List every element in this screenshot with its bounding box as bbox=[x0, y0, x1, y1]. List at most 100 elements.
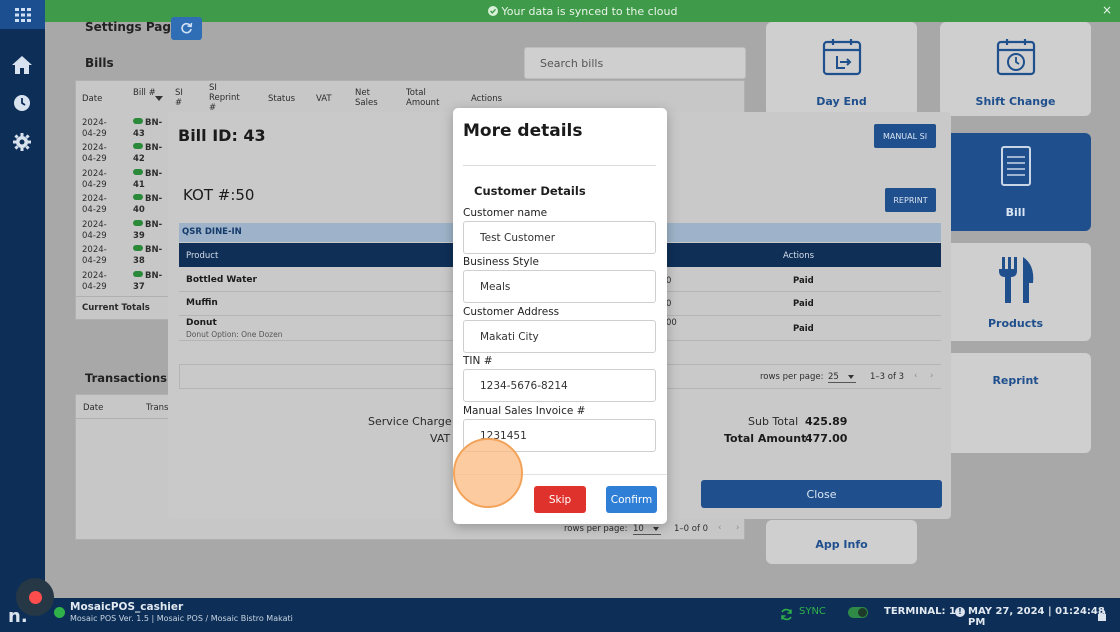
rows-per-page-label: rows per page: bbox=[564, 524, 628, 534]
close-button[interactable]: Close bbox=[701, 480, 942, 508]
bill-id-heading: Bill ID: 43 bbox=[178, 126, 266, 145]
check-circle-icon bbox=[487, 6, 498, 16]
col-header: Actions bbox=[471, 94, 503, 104]
refresh-button[interactable] bbox=[171, 17, 202, 40]
transactions-heading: Transactions bbox=[85, 371, 167, 385]
col-header: Total Amount bbox=[406, 88, 440, 108]
terminal-label: TERMINAL: 1 bbox=[884, 606, 956, 617]
cloud-icon bbox=[133, 169, 143, 175]
cloud-icon bbox=[133, 271, 143, 277]
divider bbox=[463, 165, 656, 166]
manual-si-label: Manual Sales Invoice # bbox=[463, 405, 586, 417]
day-end-label: Day End bbox=[816, 95, 867, 108]
lock-icon[interactable] bbox=[1097, 606, 1107, 621]
bill-tile[interactable]: Bill bbox=[940, 133, 1091, 231]
pagination-range: 1–0 of 0 bbox=[674, 524, 709, 534]
bills-heading: Bills bbox=[85, 56, 114, 70]
bill-number: BN- 37 bbox=[133, 271, 163, 292]
bill-number: BN- 41 bbox=[133, 169, 163, 190]
next-page-icon[interactable]: › bbox=[930, 371, 933, 381]
skip-button[interactable]: Skip bbox=[534, 486, 586, 513]
col-header: Product bbox=[186, 251, 219, 261]
bill-number: BN- 38 bbox=[133, 245, 163, 266]
record-button[interactable] bbox=[16, 578, 54, 616]
click-indicator bbox=[453, 438, 523, 508]
products-tile[interactable]: Products bbox=[940, 243, 1091, 341]
sidebar bbox=[0, 0, 45, 632]
divider bbox=[179, 365, 180, 388]
username: MosaicPOS_cashier bbox=[70, 601, 184, 613]
sync-label[interactable]: SYNC bbox=[799, 606, 826, 617]
app-info-tile[interactable]: App Info bbox=[766, 520, 917, 564]
home-icon[interactable] bbox=[8, 52, 36, 78]
sync-banner: Your data is synced to the cloud × bbox=[45, 0, 1120, 22]
col-header: VAT bbox=[316, 94, 332, 104]
subtotal-value: 425.89 bbox=[805, 415, 848, 428]
online-status-icon bbox=[54, 607, 65, 618]
col-header: Actions bbox=[783, 251, 815, 261]
cloud-icon bbox=[133, 118, 143, 124]
prev-page-icon[interactable]: ‹ bbox=[718, 523, 721, 533]
shift-change-label: Shift Change bbox=[975, 95, 1056, 108]
prev-page-icon[interactable]: ‹ bbox=[914, 371, 917, 381]
calendar-clock-icon bbox=[996, 39, 1036, 76]
customer-address-input[interactable]: Makati City bbox=[463, 320, 656, 353]
rows-per-page-select[interactable]: 10 bbox=[633, 524, 661, 535]
total-amount-value: 477.00 bbox=[805, 432, 848, 445]
cloud-icon bbox=[133, 194, 143, 200]
kot-number: KOT #:50 bbox=[183, 186, 255, 204]
bill-number: BN- 40 bbox=[133, 194, 163, 215]
search-bills-input[interactable]: Search bills bbox=[524, 47, 746, 79]
apps-grid-icon[interactable] bbox=[0, 0, 45, 29]
sort-arrow-icon[interactable] bbox=[155, 96, 163, 101]
sync-icon[interactable] bbox=[780, 606, 793, 621]
products-label: Products bbox=[987, 317, 1044, 330]
fork-knife-icon bbox=[999, 257, 1034, 303]
day-end-tile[interactable]: Day End bbox=[766, 22, 917, 116]
col-header: SI # bbox=[175, 88, 183, 108]
confirm-button[interactable]: Confirm bbox=[606, 486, 657, 513]
tin-label: TIN # bbox=[463, 355, 493, 367]
col-header[interactable]: Bill # bbox=[133, 88, 157, 98]
receipt-icon bbox=[1001, 146, 1031, 186]
col-header: Trans bbox=[146, 403, 169, 413]
shift-change-tile[interactable]: Shift Change bbox=[940, 22, 1091, 116]
business-style-label: Business Style bbox=[463, 256, 540, 268]
banner-close-button[interactable]: × bbox=[1102, 3, 1112, 17]
manual-si-button[interactable]: MANUAL SI bbox=[874, 124, 936, 148]
reprint-tile[interactable]: Reprint bbox=[940, 353, 1091, 453]
customer-name-label: Customer name bbox=[463, 207, 548, 219]
record-dot-icon bbox=[28, 590, 42, 604]
modal-title: More details bbox=[463, 121, 583, 141]
reprint-label: Reprint bbox=[992, 374, 1039, 387]
status-bar: n. MosaicPOS_cashier Mosaic POS Ver. 1.5… bbox=[0, 598, 1120, 632]
col-header: SI Reprint # bbox=[209, 83, 240, 113]
total-amount-label: Total Amount bbox=[724, 432, 807, 445]
reprint-button[interactable]: REPRINT bbox=[885, 188, 936, 212]
business-style-input[interactable]: Meals bbox=[463, 270, 656, 303]
sync-toggle[interactable] bbox=[848, 607, 868, 618]
version-info: Mosaic POS Ver. 1.5 | Mosaic POS / Mosai… bbox=[70, 614, 293, 623]
rows-per-page-select[interactable]: 25 bbox=[828, 372, 856, 383]
customer-details-heading: Customer Details bbox=[474, 184, 586, 198]
vat-label: VAT bbox=[430, 432, 451, 445]
tin-input[interactable]: 1234-5676-8214 bbox=[463, 369, 656, 402]
subtotal-label: Sub Total bbox=[748, 415, 799, 428]
chevron-down-icon bbox=[848, 375, 854, 379]
col-header: Net Sales bbox=[355, 88, 378, 108]
col-header: Status bbox=[268, 94, 296, 104]
customer-address-label: Customer Address bbox=[463, 306, 560, 318]
settings-gear-icon[interactable] bbox=[8, 129, 36, 155]
bill-label: Bill bbox=[1005, 206, 1026, 219]
bill-number: BN- 39 bbox=[133, 220, 163, 241]
history-clock-icon[interactable] bbox=[8, 90, 36, 116]
customer-name-input[interactable]: Test Customer bbox=[463, 221, 656, 254]
app-info-label: App Info bbox=[815, 538, 868, 551]
col-header: Date bbox=[82, 94, 103, 104]
cloud-icon bbox=[133, 143, 143, 149]
rows-per-page-label: rows per page: bbox=[760, 372, 824, 382]
chevron-down-icon bbox=[653, 527, 659, 531]
next-page-icon[interactable]: › bbox=[736, 523, 739, 533]
bill-number: BN- 42 bbox=[133, 143, 163, 164]
bill-number: BN- 43 bbox=[133, 118, 163, 139]
